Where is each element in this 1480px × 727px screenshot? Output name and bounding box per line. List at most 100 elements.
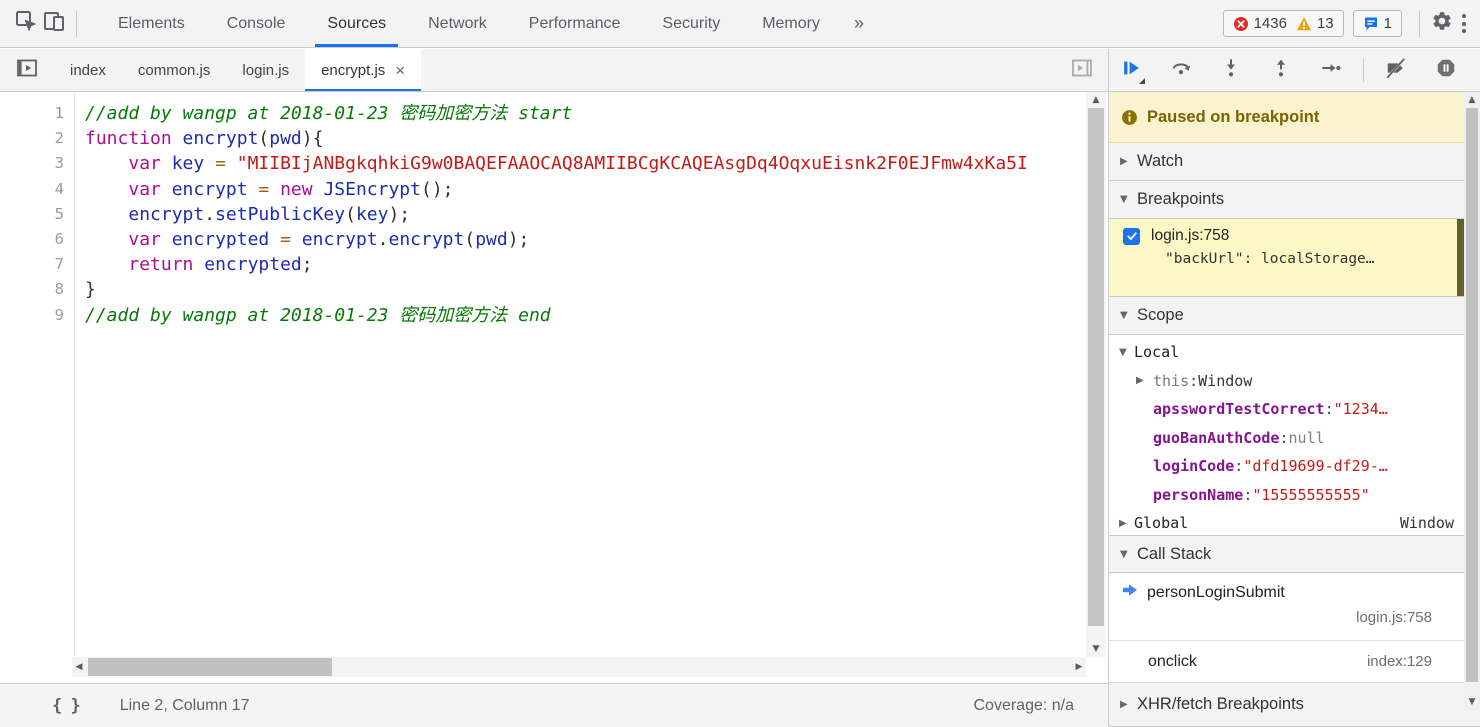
line-number[interactable]: 5 [0,202,74,227]
panel-tab-memory[interactable]: Memory [741,0,841,47]
step-over-button[interactable] [1169,58,1193,82]
line-number[interactable]: 7 [0,252,74,277]
scope-tree: ▼ Local ▶this: WindowapsswordTestCorrect… [1109,335,1480,535]
panel-tab-performance[interactable]: Performance [508,0,642,47]
scroll-left-arrow[interactable]: ◀ [72,659,86,675]
inspect-element-button[interactable] [12,10,40,38]
panel-tab-console[interactable]: Console [206,0,307,47]
scroll-up-arrow[interactable]: ▲ [1464,92,1480,108]
step-into-button[interactable] [1219,58,1243,82]
navigator-toggle-button[interactable] [13,56,41,84]
code-content: //add by wangp at 2018-01-23 密码加密方法 star… [76,92,1088,658]
code-line[interactable]: //add by wangp at 2018-01-23 密码加密方法 star… [85,101,1088,126]
code-editor[interactable]: 123456789 //add by wangp at 2018-01-23 密… [0,92,1108,658]
code-token: var [128,179,161,200]
sidebar-scrollbar[interactable]: ▲ ▼ [1464,92,1480,710]
panel-tab-security[interactable]: Security [641,0,741,47]
editor-hscroll-thumb[interactable] [88,658,332,676]
scope-section-header[interactable]: ▼ Scope [1109,297,1480,335]
resume-script-button[interactable] [1119,58,1143,82]
scroll-down-arrow[interactable]: ▼ [1086,641,1106,657]
panel-tab-network[interactable]: Network [407,0,508,47]
file-tab-index[interactable]: index [54,49,122,91]
deactivate-breakpoints-button[interactable] [1384,58,1408,82]
code-line[interactable]: } [85,277,1088,302]
scope-entry-apsswordTestCorrect[interactable]: apsswordTestCorrect: "1234… [1109,395,1480,424]
code-token: JSEncrypt [323,179,421,200]
file-tab-common-js[interactable]: common.js [122,49,227,91]
close-tab-icon[interactable]: × [395,62,405,79]
main-menu-button[interactable] [1462,13,1466,35]
toolbar-divider [76,11,77,37]
code-line[interactable]: //add by wangp at 2018-01-23 密码加密方法 end [85,303,1088,328]
scope-entry-personName[interactable]: personName: "15555555555" [1109,481,1480,510]
scope-entry-loginCode[interactable]: loginCode: "dfd19699-df29-… [1109,452,1480,481]
code-token: pwd [269,128,302,149]
scroll-down-arrow[interactable]: ▼ [1464,694,1480,710]
error-warning-badge[interactable]: 1436 13 [1223,10,1344,37]
line-number[interactable]: 9 [0,303,74,328]
more-panels-button[interactable]: » [841,13,877,34]
scope-entry-this[interactable]: ▶this: Window [1109,367,1480,396]
line-number[interactable]: 4 [0,177,74,202]
breakpoints-section-header[interactable]: ▼ Breakpoints [1109,181,1480,219]
file-tab-login-js[interactable]: login.js [226,49,305,91]
scope-entry-name: this [1153,372,1189,390]
scope-entry-value: null [1288,429,1324,447]
code-line[interactable]: function encrypt(pwd){ [85,126,1088,151]
scope-entry-value: Window [1198,372,1252,390]
code-token: = [248,179,281,200]
settings-button[interactable] [1428,10,1456,38]
sidebar-scroll-thumb[interactable] [1466,108,1478,682]
line-number[interactable]: 3 [0,151,74,176]
code-token: encrypted [172,229,270,250]
console-message-badge[interactable]: 1 [1353,10,1402,37]
paused-message: Paused on breakpoint [1147,108,1319,127]
step-out-button[interactable] [1269,58,1293,82]
editor-vscroll-thumb[interactable] [1088,108,1104,626]
editor-horizontal-scrollbar[interactable]: ◀ ▶ [72,657,1086,677]
call-stack-frame-personLoginSubmit[interactable]: personLoginSubmitlogin.js:758 [1109,573,1480,641]
scope-group-global[interactable]: ▶ Global Window [1109,509,1480,538]
warning-icon [1296,16,1312,32]
devtools-window: ElementsConsoleSourcesNetworkPerformance… [0,0,1480,727]
debugger-panel-toggle-button[interactable] [1068,56,1096,84]
code-line[interactable]: var encrypted = encrypt.encrypt(pwd); [85,227,1088,252]
pretty-print-button[interactable]: { } [52,696,80,716]
scope-entry-value: "1234… [1334,400,1388,418]
line-number[interactable]: 8 [0,277,74,302]
frame-function-name: personLoginSubmit [1147,584,1285,602]
code-token [193,254,204,275]
code-token: var [128,153,161,174]
code-token: } [85,279,96,300]
breakpoint-checkbox[interactable] [1123,228,1140,245]
code-token: = [204,153,237,174]
file-tab-encrypt-js[interactable]: encrypt.js× [305,49,421,91]
line-number[interactable]: 2 [0,126,74,151]
code-line[interactable]: return encrypted; [85,252,1088,277]
scope-entry-separator: : [1325,400,1334,418]
code-token: function [85,128,172,149]
xhr-breakpoints-section-header[interactable]: ▶ XHR/fetch Breakpoints [1109,683,1480,727]
toolbar-divider [1419,11,1420,37]
scroll-right-arrow[interactable]: ▶ [1072,659,1086,675]
code-line[interactable]: var encrypt = new JSEncrypt(); [85,177,1088,202]
scroll-up-arrow[interactable]: ▲ [1086,92,1106,108]
code-line[interactable]: encrypt.setPublicKey(key); [85,202,1088,227]
call-stack-section-header[interactable]: ▼ Call Stack [1109,535,1480,573]
scope-group-local[interactable]: ▼ Local [1109,338,1480,367]
code-token: //add by wangp at 2018-01-23 密码加密方法 star… [85,103,572,124]
breakpoint-item[interactable]: login.js:758 "backUrl": localStorage… [1109,219,1480,297]
editor-vertical-scrollbar[interactable]: ▲ ▼ [1086,92,1106,657]
line-number[interactable]: 1 [0,101,74,126]
panel-tab-elements[interactable]: Elements [97,0,206,47]
device-toolbar-button[interactable] [40,10,68,38]
scope-entry-guoBanAuthCode[interactable]: guoBanAuthCode: null [1109,424,1480,453]
call-stack-frame-onclick[interactable]: onclickindex:129 [1109,641,1480,683]
code-line[interactable]: var key = "MIIBIjANBgkqhkiG9w0BAQEFAAOCA… [85,151,1088,176]
step-button[interactable] [1319,58,1343,82]
pause-on-exceptions-button[interactable] [1434,58,1458,82]
panel-tab-sources[interactable]: Sources [306,0,407,47]
line-number[interactable]: 6 [0,227,74,252]
watch-section-header[interactable]: ▶ Watch [1109,143,1480,181]
